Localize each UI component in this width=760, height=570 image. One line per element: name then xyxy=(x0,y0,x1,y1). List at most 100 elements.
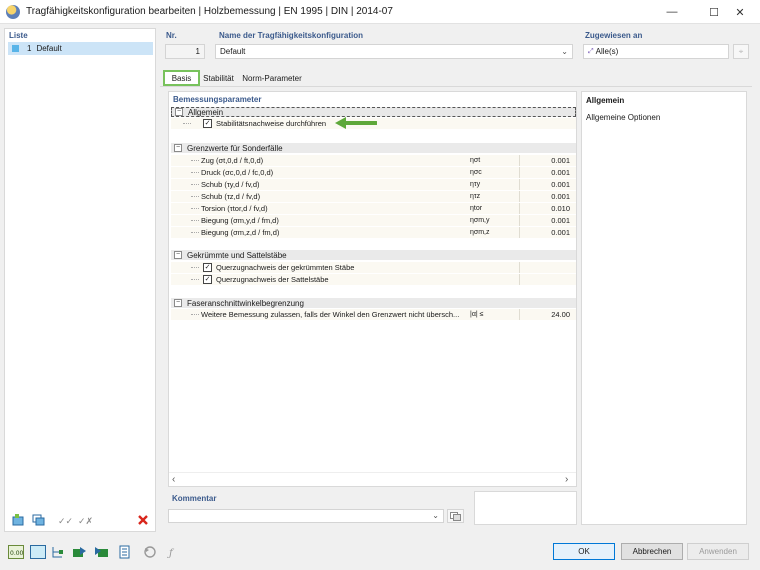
name-label: Name der Tragfähigkeitskonfiguration xyxy=(219,31,364,40)
color-icon[interactable] xyxy=(30,545,46,559)
group-faseranschnitt[interactable]: − Faseranschnittwinkelbegrenzung xyxy=(171,298,576,308)
svg-text:✓✓: ✓✓ xyxy=(58,517,72,526)
tree-view-icon[interactable] xyxy=(50,545,66,559)
row-value[interactable]: 0.001 xyxy=(551,156,570,165)
row-label: Stabilitätsnachweise durchführen xyxy=(216,119,327,128)
row-label: Querzugnachweis der Sattelstäbe xyxy=(216,275,329,284)
formula-icon[interactable]: ƒ xyxy=(166,545,182,559)
row-value[interactable]: 0.001 xyxy=(551,192,570,201)
minimize-button[interactable]: — xyxy=(652,0,692,24)
scroll-left-icon[interactable]: ‹ xyxy=(172,474,175,485)
list-item[interactable]: 1 Default xyxy=(8,42,153,55)
table-row[interactable]: Biegung (σm,y,d / fm,d) ησm,y 0.001 xyxy=(171,215,576,226)
table-row[interactable]: Schub (τz,d / fv,d) ητz 0.001 xyxy=(171,191,576,202)
table-row: ✓ Querzugnachweis der gekrümmten Stäbe xyxy=(171,262,576,273)
row-symbol: ητy xyxy=(470,181,481,188)
collapse-icon[interactable]: − xyxy=(174,251,182,259)
row-label: Druck (σc,0,d / fc,0,d) xyxy=(201,168,274,177)
row-value[interactable]: 0.001 xyxy=(551,180,570,189)
select-objects-icon[interactable]: ⌖ xyxy=(733,44,749,59)
nr-value: 1 xyxy=(195,47,200,56)
title-bar: Tragfähigkeitskonfiguration bearbeiten |… xyxy=(0,0,760,24)
check-all-icon[interactable]: ✓✓ xyxy=(57,513,73,527)
copy-item-icon[interactable] xyxy=(31,513,47,527)
name-value: Default xyxy=(220,47,246,56)
units-icon[interactable]: 0.00 xyxy=(8,545,24,559)
group-gekruemmte[interactable]: − Gekrümmte und Sattelstäbe xyxy=(171,250,576,260)
tab-basis[interactable]: Basis xyxy=(163,70,200,86)
row-label: Zug (σt,0,d / ft,0,d) xyxy=(201,156,264,165)
row-symbol: ησm,z xyxy=(470,229,490,236)
comment-library-icon[interactable] xyxy=(447,509,464,523)
table-row[interactable]: Torsion (τtor,d / fv,d) ηtor 0.010 xyxy=(171,203,576,214)
export-icon[interactable] xyxy=(72,545,88,559)
info-panel: Allgemein Allgemeine Optionen xyxy=(581,91,747,525)
table-row[interactable]: Weitere Bemessung zulassen, falls der Wi… xyxy=(171,309,576,320)
tab-stabilitaet[interactable]: Stabilität xyxy=(201,70,236,86)
color-swatch-icon xyxy=(12,45,19,52)
chevron-down-icon: ⌄ xyxy=(432,511,439,520)
highlight-arrow-icon xyxy=(335,117,377,129)
new-item-icon[interactable] xyxy=(11,513,27,527)
row-symbol: ησt xyxy=(470,157,481,164)
reset-icon[interactable] xyxy=(142,545,158,559)
name-dropdown[interactable]: Default ⌄ xyxy=(215,44,573,59)
group-grenzwerte[interactable]: − Grenzwerte für Sonderfälle xyxy=(171,143,576,153)
group-title: Faseranschnittwinkelbegrenzung xyxy=(187,298,304,308)
row-label: Schub (τz,d / fv,d) xyxy=(201,192,261,201)
report-icon[interactable] xyxy=(118,545,134,559)
scroll-right-icon[interactable]: › xyxy=(565,474,568,485)
list-item-name: Default xyxy=(36,44,62,53)
nr-label: Nr. xyxy=(166,31,177,40)
ok-button[interactable]: OK xyxy=(553,543,615,560)
close-button[interactable]: ✕ xyxy=(720,0,760,24)
cancel-button[interactable]: Abbrechen xyxy=(621,543,683,560)
grid-title: Bemessungsparameter xyxy=(173,95,262,104)
collapse-icon[interactable]: − xyxy=(174,299,182,307)
svg-text:✓✗: ✓✗ xyxy=(78,517,92,526)
svg-text:0.00: 0.00 xyxy=(10,550,24,557)
row-label: Biegung (σm,y,d / fm,d) xyxy=(201,216,279,225)
row-symbol: |α| ≤ xyxy=(470,311,484,318)
import-icon[interactable] xyxy=(94,545,110,559)
uncheck-all-icon[interactable]: ✓✗ xyxy=(77,513,93,527)
tab-norm-parameter[interactable]: Norm-Parameter xyxy=(240,70,304,86)
row-symbol: ητz xyxy=(470,193,481,200)
assigned-field: ⤢ Alle(s) xyxy=(583,44,729,59)
sattelstaebe-checkbox[interactable]: ✓ xyxy=(203,275,212,284)
comment-preview xyxy=(474,491,577,525)
table-row[interactable]: Druck (σc,0,d / fc,0,d) ησc 0.001 xyxy=(171,167,576,178)
delete-icon[interactable] xyxy=(135,513,151,527)
list-item-number: 1 xyxy=(27,44,32,53)
collapse-icon[interactable]: − xyxy=(174,144,182,152)
row-value[interactable]: 0.010 xyxy=(551,204,570,213)
row-label: Torsion (τtor,d / fv,d) xyxy=(201,204,268,213)
row-value[interactable]: 0.001 xyxy=(551,216,570,225)
list-header: Liste xyxy=(9,31,28,40)
table-row[interactable]: Zug (σt,0,d / ft,0,d) ησt 0.001 xyxy=(171,155,576,166)
window-title: Tragfähigkeitskonfiguration bearbeiten |… xyxy=(26,6,393,17)
group-title: Allgemein xyxy=(188,107,224,117)
row-value[interactable]: 0.001 xyxy=(551,168,570,177)
collapse-icon[interactable]: − xyxy=(175,108,183,116)
row-value[interactable]: 24.00 xyxy=(551,310,570,319)
parameter-grid: Bemessungsparameter − Allgemein ✓ Stabil… xyxy=(168,91,577,487)
apply-button[interactable]: Anwenden xyxy=(687,543,749,560)
row-value[interactable]: 0.001 xyxy=(551,228,570,237)
row-symbol: ησm,y xyxy=(470,217,490,224)
comment-label: Kommentar xyxy=(172,494,217,503)
row-symbol: ηtor xyxy=(470,205,483,212)
table-row[interactable]: Schub (τy,d / fv,d) ητy 0.001 xyxy=(171,179,576,190)
info-text: Allgemeine Optionen xyxy=(586,113,661,122)
assigned-label: Zugewiesen an xyxy=(585,31,643,40)
horizontal-scrollbar[interactable]: ‹ › xyxy=(169,472,576,485)
tab-divider xyxy=(160,86,752,87)
gekruemmte-checkbox[interactable]: ✓ xyxy=(203,263,212,272)
table-row[interactable]: Biegung (σm,z,d / fm,d) ησm,z 0.001 xyxy=(171,227,576,238)
row-label: Querzugnachweis der gekrümmten Stäbe xyxy=(216,263,355,272)
row-symbol: ησc xyxy=(470,169,482,176)
comment-input[interactable]: ⌄ xyxy=(168,509,444,523)
list-panel: Liste 1 Default ✓✓ ✓✗ xyxy=(4,28,156,532)
stabilitaet-checkbox[interactable]: ✓ xyxy=(203,119,212,128)
info-title: Allgemein xyxy=(586,96,625,105)
